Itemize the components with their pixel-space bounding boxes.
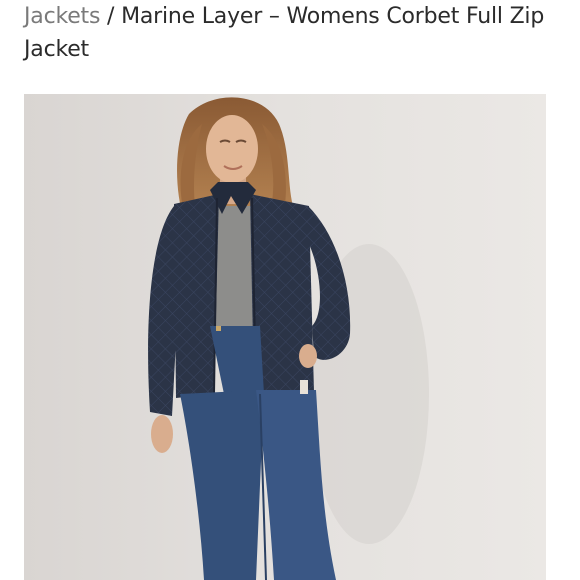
breadcrumb-link-jackets[interactable]: Jackets (24, 4, 100, 29)
model-left-hand (151, 415, 173, 453)
model-face (206, 115, 258, 183)
product-image[interactable] (24, 94, 546, 580)
product-photo-illustration (24, 94, 546, 580)
breadcrumb: Jackets / Marine Layer – Womens Corbet F… (24, 0, 554, 66)
page-title: Marine Layer – Womens Corbet Full Zip Ja… (24, 4, 545, 62)
jacket-left-panel (174, 194, 219, 398)
model-right-hand (299, 344, 317, 368)
breadcrumb-separator: / (107, 4, 115, 29)
